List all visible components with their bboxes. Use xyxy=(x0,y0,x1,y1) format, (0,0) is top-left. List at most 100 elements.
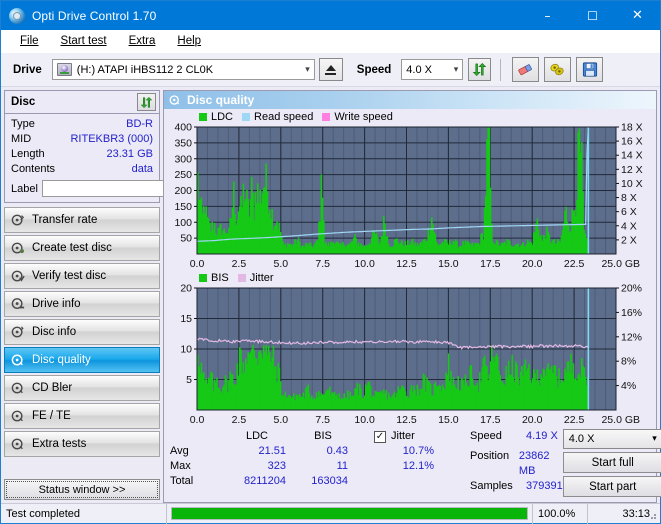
sidebar-item-create-test-disc[interactable]: Create test disc xyxy=(4,235,160,261)
disc-test-icon xyxy=(11,213,25,227)
settings-button[interactable] xyxy=(544,57,572,82)
drive-select[interactable]: (H:) ATAPI iHBS112 2 CL0K ▾ xyxy=(51,59,315,80)
sidebar-item-cd-bler[interactable]: CD Bler xyxy=(4,375,160,401)
svg-text:12 X: 12 X xyxy=(621,164,643,176)
disc-length-key: Length xyxy=(11,148,45,160)
svg-text:12.5: 12.5 xyxy=(396,414,417,426)
svg-text:7.5: 7.5 xyxy=(315,258,330,270)
disc-row-contents: Contents data xyxy=(11,162,153,177)
test-controls: 4.0 X ▾ Start full Start part xyxy=(562,429,661,502)
eject-button[interactable] xyxy=(318,58,343,81)
svg-text:18 X: 18 X xyxy=(621,123,643,134)
test-speed-select[interactable]: 4.0 X ▾ xyxy=(562,429,661,449)
stats-bis-max: 11 xyxy=(336,460,348,472)
sidebar-item-label: Disc info xyxy=(32,326,77,338)
svg-text:15.0: 15.0 xyxy=(438,258,459,270)
progress-bar-fill xyxy=(172,508,527,519)
menu-file[interactable]: File xyxy=(9,33,50,49)
chevron-down-icon: ▾ xyxy=(652,434,657,444)
stats-col-ldc: LDC xyxy=(245,430,268,442)
legend-label-write-speed: Write speed xyxy=(334,111,393,123)
title-bar: Opti Drive Control 1.70 – ☐ ✕ xyxy=(1,1,660,30)
charts-container: LDC Read speed Write speed 50 100 150 200 25… xyxy=(164,109,656,427)
toolbar-separator xyxy=(500,58,502,81)
sidebar-item-disc-info[interactable]: Disc info xyxy=(4,319,160,345)
bottom-chart[interactable]: 5 10 15 20 4% 8% 12% 16% 20% 0.0 2.5 5.0 7.5 10.0 12.5… xyxy=(167,284,651,427)
stats-jitter-avg: 10.7% xyxy=(402,445,434,457)
drive-toolbar: Drive (H:) ATAPI iHBS112 2 CL0K ▾ Speed … xyxy=(1,53,660,87)
test-position-value: 23862 MB xyxy=(518,450,550,477)
svg-text:15.0: 15.0 xyxy=(438,414,459,426)
chevron-down-icon: ▾ xyxy=(305,64,310,75)
top-chart[interactable]: 50 100 150 200 250 300 350 400 2 X 4 X 6 X 8 X 10 X 1… xyxy=(167,123,651,271)
jitter-checkbox[interactable]: ✓ xyxy=(374,430,386,443)
svg-text:20.0: 20.0 xyxy=(522,258,543,270)
disc-type-value: BD-R xyxy=(126,118,153,130)
stats-bis-total: 163034 xyxy=(311,475,348,487)
bottom-chart-legend: BIS Jitter xyxy=(167,272,653,284)
svg-text:300: 300 xyxy=(174,153,192,165)
sidebar-item-extra-tests[interactable]: Extra tests xyxy=(4,431,160,457)
svg-text:350: 350 xyxy=(174,137,192,149)
disc-refresh-button[interactable] xyxy=(137,93,156,111)
sidebar-item-label: Transfer rate xyxy=(32,214,98,226)
disc-length-value: 23.31 GB xyxy=(106,148,153,160)
svg-text:4 X: 4 X xyxy=(621,220,637,232)
disc-row-mid: MID RITEKBR3 (000) xyxy=(11,132,153,147)
sidebar-item-disc-quality[interactable]: Disc quality xyxy=(4,347,160,373)
status-window-button[interactable]: Status window >> xyxy=(4,479,160,500)
menu-help[interactable]: Help xyxy=(166,33,212,49)
top-chart-legend: LDC Read speed Write speed xyxy=(167,111,653,123)
sidebar-item-fe-te[interactable]: FE / TE xyxy=(4,403,160,429)
menu-file-label: File xyxy=(20,35,39,47)
resize-grip[interactable] xyxy=(648,511,658,521)
drive-info-icon xyxy=(11,297,25,311)
legend-swatch-ldc xyxy=(199,113,207,121)
refresh-icon xyxy=(473,63,487,76)
svg-text:5.0: 5.0 xyxy=(273,414,288,426)
eject-bar xyxy=(325,72,337,75)
stats-ldc-total: 8211204 xyxy=(243,475,286,487)
maximize-button[interactable]: ☐ xyxy=(570,1,615,30)
close-button[interactable]: ✕ xyxy=(615,1,660,30)
disc-create-icon xyxy=(11,241,25,255)
window-title: Opti Drive Control 1.70 xyxy=(32,8,157,23)
statistics-grid: LDC BIS ✓ Jitter Avg 21.51 0.43 10.7% Ma… xyxy=(170,429,470,489)
svg-text:16 X: 16 X xyxy=(621,136,643,148)
svg-text:20: 20 xyxy=(180,284,192,295)
cd-bler-icon xyxy=(11,381,25,395)
test-speed-value: 4.19 X xyxy=(526,430,558,442)
sidebar-item-verify-test-disc[interactable]: Verify test disc xyxy=(4,263,160,289)
start-part-button[interactable]: Start part xyxy=(562,476,661,497)
sidebar-item-drive-info[interactable]: Drive info xyxy=(4,291,160,317)
minimize-button[interactable]: – xyxy=(525,1,570,30)
erase-button[interactable] xyxy=(512,57,540,82)
legend-swatch-write-speed xyxy=(322,113,331,121)
app-window: Opti Drive Control 1.70 – ☐ ✕ File Start… xyxy=(0,0,661,524)
sidebar-item-label: Disc quality xyxy=(32,354,91,366)
test-samples-key: Samples xyxy=(470,480,513,492)
sidebar-item-transfer-rate[interactable]: Transfer rate xyxy=(4,207,160,233)
stats-jitter-max: 12.1% xyxy=(402,460,434,472)
svg-text:2.5: 2.5 xyxy=(232,258,247,270)
menu-start-test[interactable]: Start test xyxy=(50,33,118,49)
svg-text:5: 5 xyxy=(186,374,192,386)
test-speed-key: Speed xyxy=(470,430,502,442)
stats-row-total: Total xyxy=(170,475,194,487)
speed-select[interactable]: 4.0 X ▾ xyxy=(401,59,464,80)
menu-start-test-label: Start test xyxy=(60,35,107,47)
start-full-button[interactable]: Start full xyxy=(562,452,661,473)
disc-panel-header: Disc xyxy=(5,91,159,114)
save-button[interactable] xyxy=(576,57,604,82)
stats-ldc-max: 323 xyxy=(267,460,286,472)
drive-select-value: (H:) ATAPI iHBS112 2 CL0K xyxy=(76,63,214,76)
refresh-button[interactable] xyxy=(468,58,492,81)
disc-label-key: Label xyxy=(11,182,38,195)
drive-label: Drive xyxy=(13,63,42,76)
sidebar-item-label: FE / TE xyxy=(32,410,71,422)
menu-extra[interactable]: Extra xyxy=(118,33,167,49)
sidebar-item-label: CD Bler xyxy=(32,382,73,394)
disc-rows: Type BD-R MID RITEKBR3 (000) Length 23.3… xyxy=(5,114,246,202)
jitter-checkbox-row[interactable]: ✓ Jitter xyxy=(374,429,434,444)
disc-mid-key: MID xyxy=(11,133,32,145)
